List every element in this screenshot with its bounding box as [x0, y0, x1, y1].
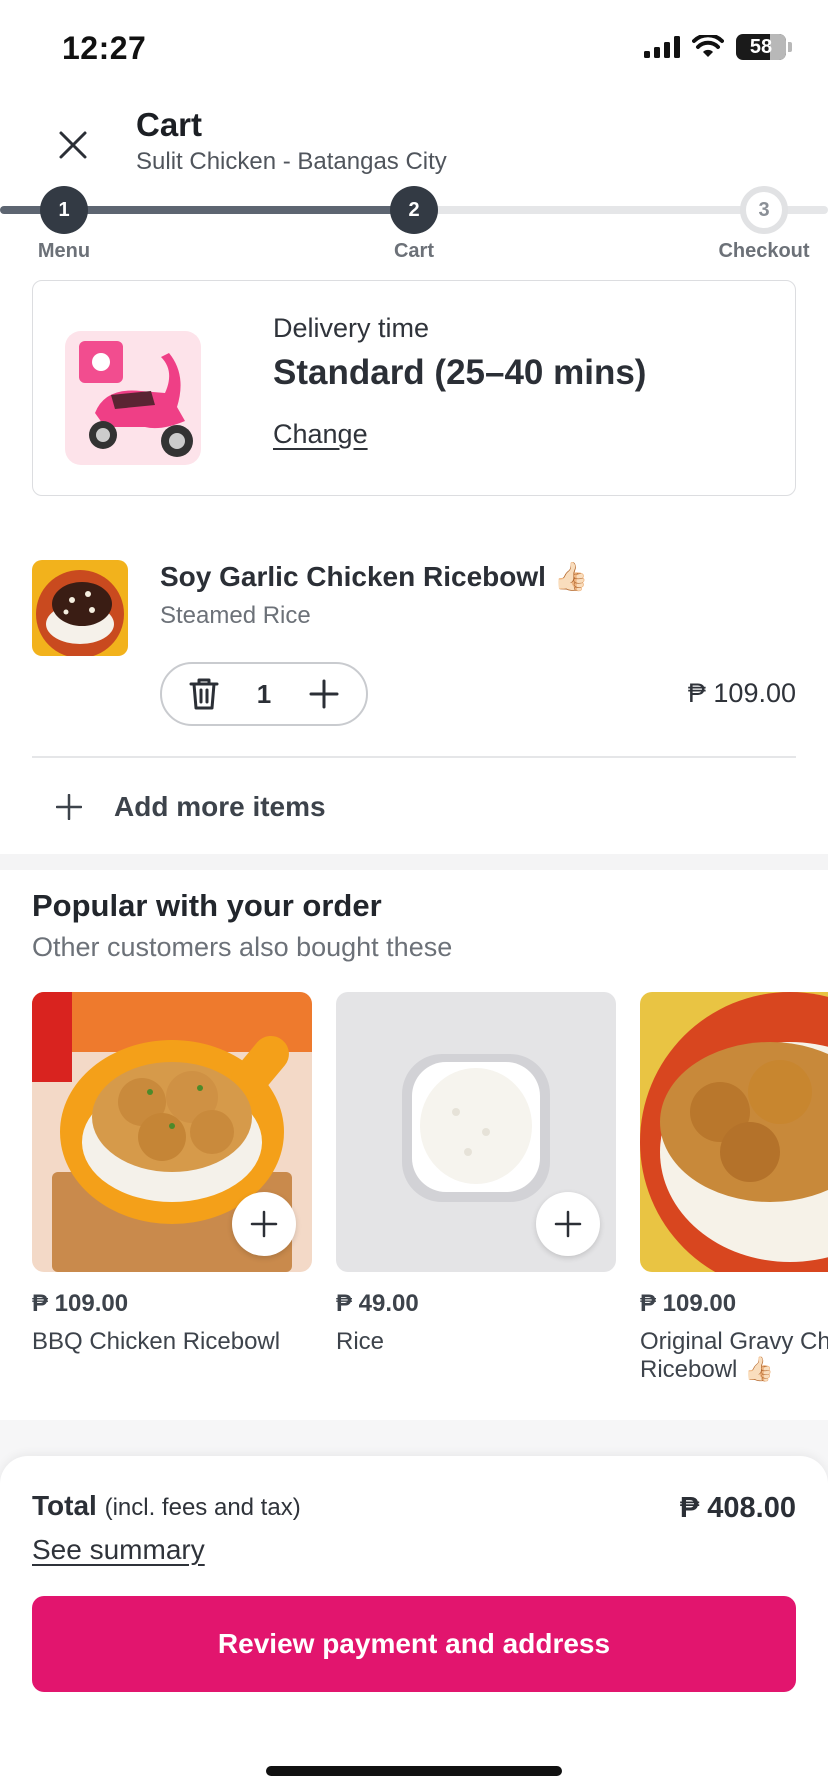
step-cart-label: Cart — [393, 240, 434, 262]
trash-icon — [189, 678, 219, 710]
product-card[interactable]: ₱ 109.00 Original Gravy Chicken Ricebowl… — [640, 992, 828, 1384]
status-time: 12:27 — [62, 30, 147, 66]
product-price: ₱ 109.00 — [640, 1290, 737, 1317]
product-price: ₱ 49.00 — [336, 1290, 419, 1317]
cart-item-name: Soy Garlic Chicken Ricebowl 👍🏻 — [160, 561, 589, 592]
increase-quantity-button[interactable] — [304, 674, 344, 714]
signal-icon — [644, 36, 680, 58]
step-menu-label: Menu — [37, 240, 91, 262]
product-image — [32, 992, 312, 1272]
delete-item-button[interactable] — [184, 674, 224, 714]
change-delivery-link[interactable]: Change — [273, 419, 368, 450]
section-separator — [0, 854, 828, 870]
step-checkout-dot: 3 — [740, 186, 788, 234]
status-icons: 58 — [644, 34, 792, 60]
cart-item-price: ₱ 109.00 — [687, 678, 796, 708]
see-summary-link[interactable]: See summary — [32, 1534, 205, 1566]
order-summary-sheet: Total (incl. fees and tax) See summary ₱… — [0, 1456, 828, 1792]
step-checkout-label: Checkout — [718, 240, 810, 262]
progress-stepper: 1 Menu 2 Cart 3 Checkout — [0, 184, 828, 264]
add-product-button[interactable] — [536, 1192, 600, 1256]
total-label: Total (incl. fees and tax) — [32, 1490, 301, 1522]
delivery-time-value: Standard (25–40 mins) — [273, 353, 647, 392]
total-note: (incl. fees and tax) — [104, 1494, 301, 1521]
product-card[interactable]: ₱ 109.00 BBQ Chicken Ricebowl — [32, 992, 312, 1356]
page-title: Cart — [136, 106, 203, 143]
product-name: BBQ Chicken Ricebowl — [32, 1328, 281, 1355]
product-price: ₱ 109.00 — [32, 1290, 129, 1317]
product-name: Rice — [336, 1328, 385, 1355]
quantity-stepper: 1 — [160, 662, 368, 726]
item-thumbnail — [32, 560, 128, 656]
plus-icon — [250, 1210, 278, 1238]
add-product-button[interactable] — [232, 1192, 296, 1256]
plus-icon — [309, 679, 339, 709]
review-payment-button[interactable]: Review payment and address — [32, 1596, 796, 1692]
status-bar: 12:27 58 — [0, 0, 828, 96]
battery-level: 58 — [749, 35, 773, 58]
total-label-text: Total — [32, 1490, 97, 1521]
add-more-items-button[interactable]: Add more items — [56, 784, 326, 830]
step-cart-dot: 2 — [390, 186, 438, 234]
restaurant-name: Sulit Chicken - Batangas City — [136, 148, 447, 175]
battery-icon: 58 — [736, 34, 786, 60]
cart-item-option: Steamed Rice — [160, 602, 311, 629]
popular-section-subtitle: Other customers also bought these — [32, 932, 453, 962]
divider — [32, 756, 796, 758]
close-button[interactable] — [48, 120, 98, 170]
quantity-value: 1 — [256, 678, 272, 709]
add-more-items-label: Add more items — [114, 791, 326, 822]
delivery-time-card: Delivery time Standard (25–40 mins) Chan… — [32, 280, 796, 496]
wifi-icon — [692, 35, 724, 57]
step-menu-dot[interactable]: 1 — [40, 186, 88, 234]
plus-icon — [56, 794, 82, 820]
total-value: ₱ 408.00 — [679, 1492, 796, 1524]
plus-icon — [554, 1210, 582, 1238]
close-icon — [59, 131, 87, 159]
delivery-time-label: Delivery time — [273, 313, 430, 343]
product-name: Original Gravy Chicken Ricebowl 👍🏻 — [640, 1328, 828, 1383]
scooter-illustration — [65, 331, 201, 465]
product-image — [336, 992, 616, 1272]
popular-section-title: Popular with your order — [32, 888, 382, 923]
product-card[interactable]: ₱ 49.00 Rice — [336, 992, 616, 1356]
home-indicator — [266, 1766, 562, 1776]
product-image — [640, 992, 828, 1272]
